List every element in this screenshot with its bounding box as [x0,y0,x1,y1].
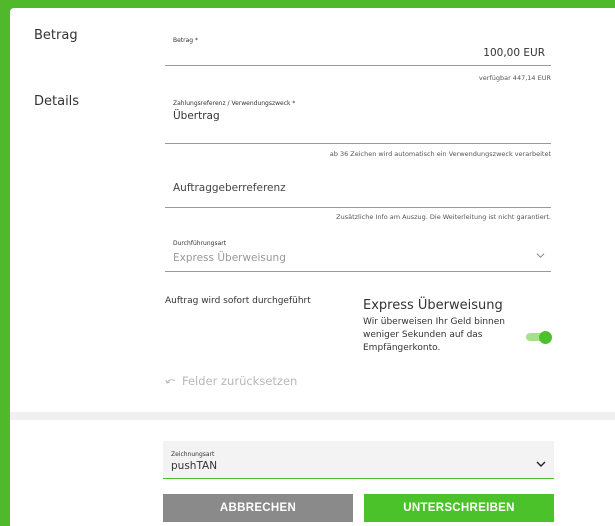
cancel-button[interactable]: ABBRECHEN [163,494,353,522]
signing-type-value: pushTAN [171,460,218,472]
sign-button[interactable]: UNTERSCHREIBEN [364,494,554,522]
express-toggle-knob [539,331,552,344]
reset-fields-link[interactable]: Felder zurücksetzen [165,374,297,388]
chevron-down-icon[interactable] [536,459,546,469]
amount-value[interactable]: 100,00 EUR [483,47,545,59]
execution-type-label: Durchführungsart [173,240,227,247]
undo-icon [165,379,176,384]
reference-label: Zahlungsreferenz / Verwendungszweck * [173,100,296,107]
express-description-line: Empfängerkonto. [363,343,441,353]
express-description-line: Wir überweisen Ihr Geld binnen [363,317,505,327]
express-toggle[interactable] [526,331,552,344]
execution-type-value: Express Überweisung [173,252,286,264]
betrag-section-label: Betrag [34,28,78,43]
details-section-label: Details [34,94,80,109]
express-description-line: weniger Sekunden auf das [363,330,483,340]
orderer-reference-placeholder[interactable]: Auftraggeberreferenz [173,182,286,194]
reference-value[interactable]: Übertrag [173,110,220,122]
immediate-execution-text: Auftrag wird sofort durchgeführt [165,296,311,306]
signing-type-select[interactable]: Zeichnungsart pushTAN [163,441,554,479]
express-title: Express Überweisung [363,298,503,313]
amount-field[interactable]: Betrag * 100,00 EUR [165,36,551,66]
orderer-reference-hint: Zusätzliche Info am Auszug. Die Weiterle… [336,213,551,221]
express-description: Wir überweisen Ihr Geld binnen weniger S… [363,316,523,355]
orderer-reference-field[interactable]: Auftraggeberreferenz [165,176,551,208]
transfer-form-card: Betrag Betrag * 100,00 EUR verfügbar 447… [10,8,615,526]
section-divider [10,412,615,420]
signing-type-label: Zeichnungsart [171,451,215,458]
available-balance: verfügbar 447,14 EUR [478,74,551,82]
amount-label: Betrag * [173,37,199,44]
reference-hint: ab 36 Zeichen wird automatisch ein Verwe… [329,150,551,158]
reset-fields-label: Felder zurücksetzen [182,374,298,388]
execution-type-select[interactable]: Durchführungsart Express Überweisung [165,238,551,272]
chevron-down-icon[interactable] [536,251,545,260]
reference-field[interactable]: Zahlungsreferenz / Verwendungszweck * Üb… [165,99,551,144]
